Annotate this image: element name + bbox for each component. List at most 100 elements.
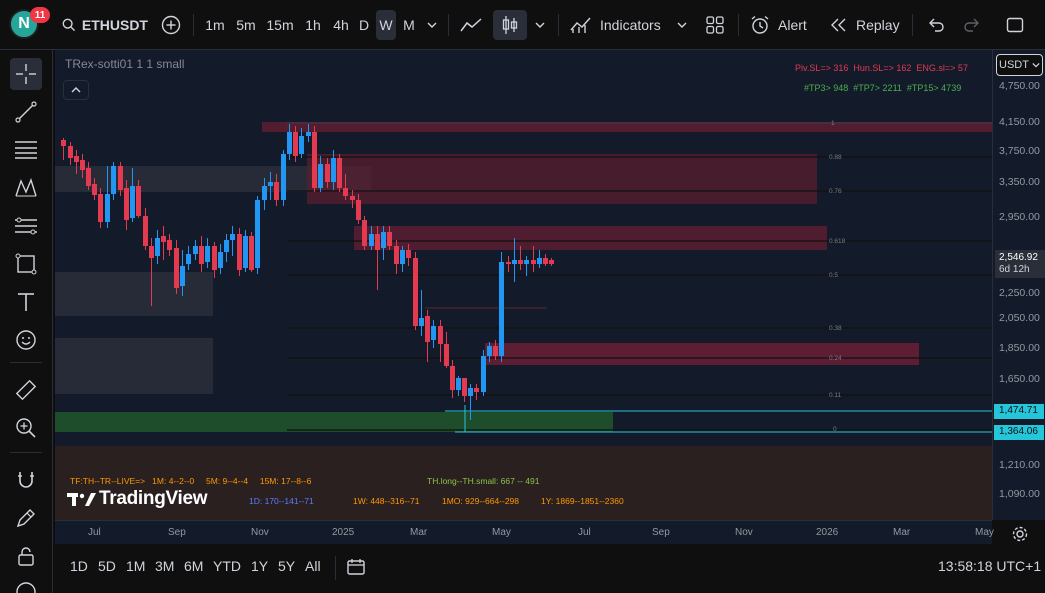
horizontal-lines-tool[interactable] <box>10 134 42 166</box>
trend-line-tool[interactable] <box>10 96 42 128</box>
candle-body <box>343 188 348 196</box>
alarm-clock-icon <box>751 15 769 34</box>
interval-d[interactable]: D <box>354 10 374 40</box>
zoom-tool[interactable] <box>10 412 42 444</box>
price-axis[interactable]: USDT 4,750.00 4,150.00 3,750.00 3,350.00… <box>992 50 1045 520</box>
range-3m[interactable]: 3M <box>155 558 174 574</box>
drawing-mode-tool[interactable] <box>10 502 42 534</box>
candle-body <box>350 196 355 200</box>
time-tick: Sep <box>168 527 186 538</box>
time-axis[interactable]: Jul Sep Nov 2025 Mar May Jul Sep Nov 202… <box>55 520 994 544</box>
candle-body <box>281 154 286 200</box>
interval-label: 1m <box>205 17 225 33</box>
interval-4h[interactable]: 4h <box>328 10 354 40</box>
collapse-legend-button[interactable] <box>63 80 89 100</box>
indicators-icon <box>570 17 591 33</box>
redo-button[interactable] <box>958 10 986 40</box>
candle-body <box>394 246 399 264</box>
candle-body <box>549 260 554 264</box>
interval-1m[interactable]: 1m <box>201 10 229 40</box>
interval-m[interactable]: M <box>398 10 420 40</box>
time-tick: Mar <box>410 527 428 538</box>
chart-type-line-button[interactable] <box>456 10 486 40</box>
indicators-label: Indicators <box>600 17 661 33</box>
candle-body <box>68 146 73 158</box>
compare-symbol-button[interactable] <box>157 10 185 40</box>
line-chart-icon <box>460 18 482 32</box>
indicators-dropdown[interactable] <box>672 10 692 40</box>
lock-icon <box>18 547 34 566</box>
undo-button[interactable] <box>922 10 950 40</box>
range-1y[interactable]: 1Y <box>251 558 268 574</box>
range-ytd[interactable]: YTD <box>213 558 241 574</box>
candle-body <box>474 388 479 392</box>
interval-1h[interactable]: 1h <box>300 10 326 40</box>
lock-drawings-tool[interactable] <box>10 540 42 572</box>
indicators-button[interactable]: Indicators <box>566 10 666 40</box>
price-tick: 1,210.00 <box>999 459 1040 471</box>
search-icon <box>62 18 76 32</box>
ruler-icon <box>15 379 37 401</box>
candle-body <box>425 316 430 342</box>
pattern-tool[interactable] <box>10 172 42 204</box>
candle-body <box>543 258 548 264</box>
indicator-title[interactable]: TRex-sotti01 1 1 small <box>65 57 184 71</box>
candle-body <box>524 260 529 264</box>
range-5d[interactable]: 5D <box>98 558 116 574</box>
pattern-icon <box>15 177 37 197</box>
price-tick: 3,750.00 <box>999 145 1040 157</box>
alert-button[interactable]: Alert <box>748 10 818 40</box>
sl-legend: Piv.SL=> 316 Hun.SL=> 162 ENG.sl=> 57 <box>795 63 968 73</box>
chart-settings-button[interactable] <box>1010 524 1030 544</box>
rectangle-icon <box>15 253 37 275</box>
fullscreen-button[interactable] <box>1000 10 1030 40</box>
hide-drawings-tool[interactable] <box>10 576 42 593</box>
go-to-date-button[interactable] <box>344 556 368 578</box>
separator <box>912 14 913 36</box>
shapes-tool[interactable] <box>10 248 42 280</box>
range-5y[interactable]: 5Y <box>278 558 295 574</box>
fib-label: 0.5 <box>829 272 838 279</box>
replay-button[interactable]: Replay <box>826 10 906 40</box>
chart-type-candles-button[interactable] <box>493 10 527 40</box>
layouts-button[interactable] <box>700 10 730 40</box>
interval-w[interactable]: W <box>376 10 396 40</box>
text-tool[interactable] <box>10 286 42 318</box>
timezone-clock[interactable]: 13:58:18 UTC+1 <box>938 558 1041 574</box>
symbol-search-button[interactable]: ETHUSDT <box>58 10 148 40</box>
projection-tool[interactable] <box>10 210 42 242</box>
smiley-icon <box>16 330 36 350</box>
plus-circle-icon <box>161 15 181 35</box>
candle-body <box>111 166 116 194</box>
projection-icon <box>15 217 37 235</box>
candle-body <box>287 132 292 154</box>
tradingview-logo[interactable]: TradingView <box>67 488 208 510</box>
chevron-down-icon <box>427 22 437 28</box>
range-1m[interactable]: 1M <box>126 558 145 574</box>
interval-dropdown[interactable] <box>422 10 442 40</box>
range-all[interactable]: All <box>305 558 321 574</box>
candle-body <box>174 248 179 288</box>
candle-body <box>462 378 467 396</box>
candle-body <box>180 266 185 286</box>
chart-pane[interactable]: 1 0.88 0.76 0.618 0.5 0.38 0.24 0.11 0 T… <box>55 50 992 520</box>
crosshair-tool[interactable] <box>10 58 42 90</box>
fib-label: 0.11 <box>829 392 842 399</box>
separator <box>448 14 449 36</box>
drawing-toolbar <box>0 50 53 593</box>
replay-rewind-icon <box>831 18 846 32</box>
calendar-range-icon <box>347 559 365 575</box>
range-1d[interactable]: 1D <box>70 558 88 574</box>
interval-5m[interactable]: 5m <box>232 10 260 40</box>
emoji-tool[interactable] <box>10 324 42 356</box>
candle-body <box>167 240 172 250</box>
range-6m[interactable]: 6M <box>184 558 203 574</box>
price-tick: 3,350.00 <box>999 176 1040 188</box>
candle-body <box>413 258 418 326</box>
measure-tool[interactable] <box>10 374 42 406</box>
currency-selector[interactable]: USDT <box>996 54 1043 76</box>
chart-type-dropdown[interactable] <box>530 10 550 40</box>
magnet-tool[interactable] <box>10 464 42 496</box>
interval-15m[interactable]: 15m <box>263 10 297 40</box>
candle-body <box>312 132 317 188</box>
